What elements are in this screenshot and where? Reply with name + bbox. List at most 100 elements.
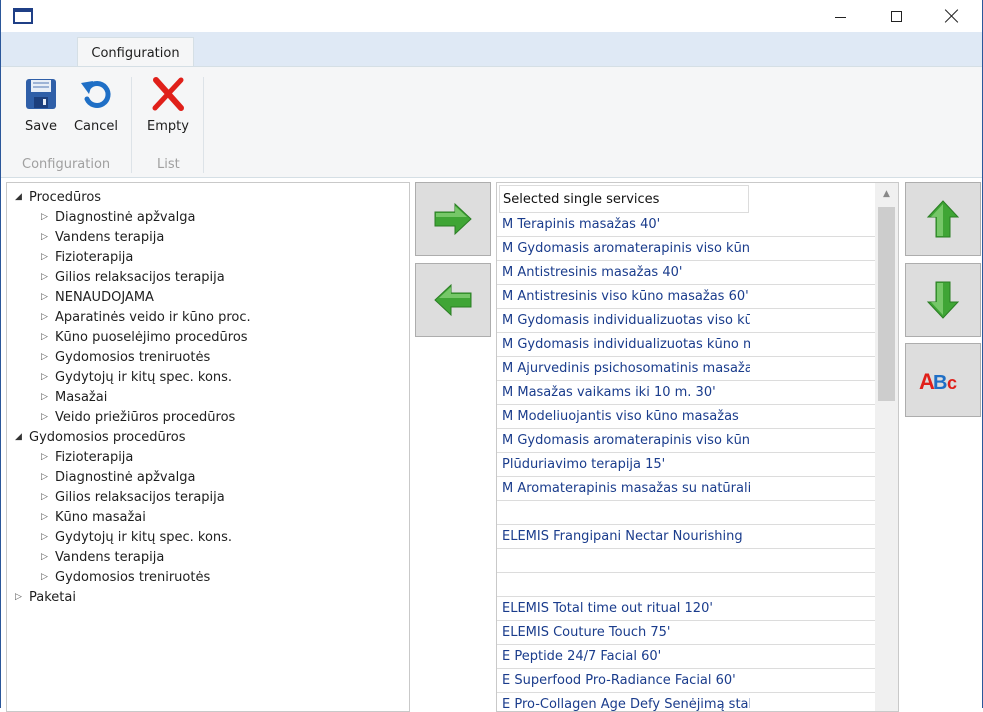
tree-node-item[interactable]: ▷ Gydytojų ir kitų spec. kons. xyxy=(41,367,232,387)
list-item[interactable] xyxy=(497,549,875,573)
list-item[interactable]: E Superfood Pro-Radiance Facial 60' xyxy=(497,669,875,693)
collapsed-triangle-icon[interactable]: ▷ xyxy=(41,452,55,462)
tree-node-item[interactable]: ▷ Gydytojų ir kitų spec. kons. xyxy=(41,527,232,547)
tree-node-label: Diagnostinė apžvalga xyxy=(55,209,196,225)
collapsed-triangle-icon[interactable]: ▷ xyxy=(41,372,55,382)
collapsed-triangle-icon[interactable]: ▷ xyxy=(15,592,29,602)
list-item[interactable]: M Gydomasis individualizuotas viso kūno xyxy=(497,309,875,333)
tree-node-item[interactable]: ▷ Gilios relaksacijos terapija xyxy=(41,487,225,507)
list-item-label: M Masažas vaikams iki 10 m. 30' xyxy=(502,385,716,400)
vertical-scrollbar[interactable]: ▲ xyxy=(875,183,898,711)
tree-node-label: Vandens terapija xyxy=(55,229,165,245)
list-item[interactable]: M Gydomasis aromaterapinis viso kūno xyxy=(497,237,875,261)
tree-node-item[interactable]: ▷ Masažai xyxy=(41,387,107,407)
list-item[interactable] xyxy=(497,573,875,597)
down-arrow-icon xyxy=(926,281,960,319)
tree-node-item[interactable]: ▷ Kūno masažai xyxy=(41,507,146,527)
tree-node-group[interactable]: ◢ Gydomosios procedūros xyxy=(15,427,186,447)
sort-alphabetical-button[interactable]: A B c xyxy=(905,343,981,417)
list-item[interactable]: M Aromaterapinis masažas su natūraliais xyxy=(497,477,875,501)
list-item[interactable]: Plūduriavimo terapija 15' xyxy=(497,453,875,477)
tree-node-group[interactable]: ▷ Paketai xyxy=(15,587,76,607)
tree-node-item[interactable]: ▷ Veido priežiūros procedūros xyxy=(41,407,235,427)
tree-node-item[interactable]: ▷ Diagnostinė apžvalga xyxy=(41,207,195,227)
tree-node-item[interactable]: ▷ Kūno puoselėjimo procedūros xyxy=(41,327,248,347)
collapsed-triangle-icon[interactable]: ▷ xyxy=(41,512,55,522)
collapsed-triangle-icon[interactable]: ▷ xyxy=(41,532,55,542)
list-item[interactable]: E Pro-Collagen Age Defy Senėjimą stabdan… xyxy=(497,693,875,711)
list-header: Selected single services xyxy=(499,185,749,213)
list-item[interactable]: M Gydomasis individualizuotas kūno masaž… xyxy=(497,333,875,357)
minimize-button[interactable] xyxy=(817,0,863,32)
undo-arrow-icon xyxy=(76,75,116,113)
maximize-button[interactable] xyxy=(873,0,919,32)
ribbon-tab-strip: Configuration xyxy=(1,32,982,68)
list-item[interactable] xyxy=(497,501,875,525)
collapsed-triangle-icon[interactable]: ▷ xyxy=(41,572,55,582)
tree-node-item[interactable]: ▷ Fizioterapija xyxy=(41,447,133,467)
selected-services-list[interactable]: Selected single services M Terapinis mas… xyxy=(496,182,899,712)
empty-button[interactable]: Empty xyxy=(145,75,191,139)
collapsed-triangle-icon[interactable]: ▷ xyxy=(41,492,55,502)
list-item-label: M Aromaterapinis masažas su natūraliais xyxy=(502,481,750,496)
list-item[interactable]: ELEMIS Total time out ritual 120' xyxy=(497,597,875,621)
list-item-label: M Ajurvedinis psichosomatinis masažas xyxy=(502,361,750,376)
add-to-list-button[interactable] xyxy=(415,182,491,256)
list-item[interactable]: M Modeliuojantis viso kūno masažas xyxy=(497,405,875,429)
collapsed-triangle-icon[interactable]: ▷ xyxy=(41,212,55,222)
tab-configuration[interactable]: Configuration xyxy=(77,37,194,68)
remove-from-list-button[interactable] xyxy=(415,263,491,337)
collapsed-triangle-icon[interactable]: ▷ xyxy=(41,472,55,482)
tree-node-item[interactable]: ▷ Gilios relaksacijos terapija xyxy=(41,267,225,287)
minimize-icon xyxy=(834,16,846,18)
list-item[interactable]: ELEMIS Couture Touch 75' xyxy=(497,621,875,645)
tree-node-label: Masažai xyxy=(55,389,108,405)
scroll-up-icon[interactable]: ▲ xyxy=(875,183,898,205)
list-item[interactable]: M Antistresinis masažas 40' xyxy=(497,261,875,285)
list-item[interactable]: M Antistresinis viso kūno masažas 60' xyxy=(497,285,875,309)
list-item[interactable]: M Ajurvedinis psichosomatinis masažas xyxy=(497,357,875,381)
list-item[interactable]: M Masažas vaikams iki 10 m. 30' xyxy=(497,381,875,405)
collapsed-triangle-icon[interactable]: ▷ xyxy=(41,552,55,562)
tree-node-item[interactable]: ▷ Vandens terapija xyxy=(41,547,164,567)
expanded-triangle-icon[interactable]: ◢ xyxy=(15,432,29,442)
collapsed-triangle-icon[interactable]: ▷ xyxy=(41,312,55,322)
tree-node-item[interactable]: ▷ Aparatinės veido ir kūno proc. xyxy=(41,307,251,327)
collapsed-triangle-icon[interactable]: ▷ xyxy=(41,292,55,302)
tree-node-item[interactable]: ▷ Gydomosios treniruotės xyxy=(41,347,210,367)
collapsed-triangle-icon[interactable]: ▷ xyxy=(41,412,55,422)
move-up-button[interactable] xyxy=(905,182,981,256)
tree-node-group[interactable]: ◢ Procedūros xyxy=(15,187,101,207)
list-item-label: M Gydomasis aromaterapinis viso kūno xyxy=(502,433,750,448)
tree-node-item[interactable]: ▷ Diagnostinė apžvalga xyxy=(41,467,195,487)
save-button[interactable]: Save xyxy=(21,75,61,139)
collapsed-triangle-icon[interactable]: ▷ xyxy=(41,232,55,242)
tree-node-label: Gilios relaksacijos terapija xyxy=(55,269,225,285)
close-button[interactable] xyxy=(929,0,975,32)
scroll-thumb[interactable] xyxy=(878,207,895,401)
list-item[interactable]: M Terapinis masažas 40' xyxy=(497,213,875,237)
move-down-button[interactable] xyxy=(905,263,981,337)
services-tree[interactable]: ◢ Procedūros ▷ Diagnostinė apžvalga ▷ Vandens… xyxy=(6,182,410,712)
collapsed-triangle-icon[interactable]: ▷ xyxy=(41,272,55,282)
tree-node-label: Kūno masažai xyxy=(55,509,146,525)
list-item[interactable]: E Peptide 24/7 Facial 60' xyxy=(497,645,875,669)
tree-node-label: Paketai xyxy=(29,589,76,605)
list-item-label: M Terapinis masažas 40' xyxy=(502,217,661,232)
tree-node-label: Gydomosios treniruotės xyxy=(55,349,211,365)
tree-node-label: NENAUDOJAMA xyxy=(55,289,154,305)
collapsed-triangle-icon[interactable]: ▷ xyxy=(41,352,55,362)
collapsed-triangle-icon[interactable]: ▷ xyxy=(41,332,55,342)
tree-node-item[interactable]: ▷ NENAUDOJAMA xyxy=(41,287,154,307)
group-separator xyxy=(131,77,132,173)
tree-node-item[interactable]: ▷ Vandens terapija xyxy=(41,227,164,247)
expanded-triangle-icon[interactable]: ◢ xyxy=(15,192,29,202)
cancel-button[interactable]: Cancel xyxy=(71,75,121,139)
app-window-icon xyxy=(13,8,33,24)
tree-node-item[interactable]: ▷ Gydomosios treniruotės xyxy=(41,567,210,587)
list-item[interactable]: ELEMIS Frangipani Nectar Nourishing xyxy=(497,525,875,549)
tree-node-item[interactable]: ▷ Fizioterapija xyxy=(41,247,133,267)
collapsed-triangle-icon[interactable]: ▷ xyxy=(41,252,55,262)
list-item[interactable]: M Gydomasis aromaterapinis viso kūno xyxy=(497,429,875,453)
collapsed-triangle-icon[interactable]: ▷ xyxy=(41,392,55,402)
